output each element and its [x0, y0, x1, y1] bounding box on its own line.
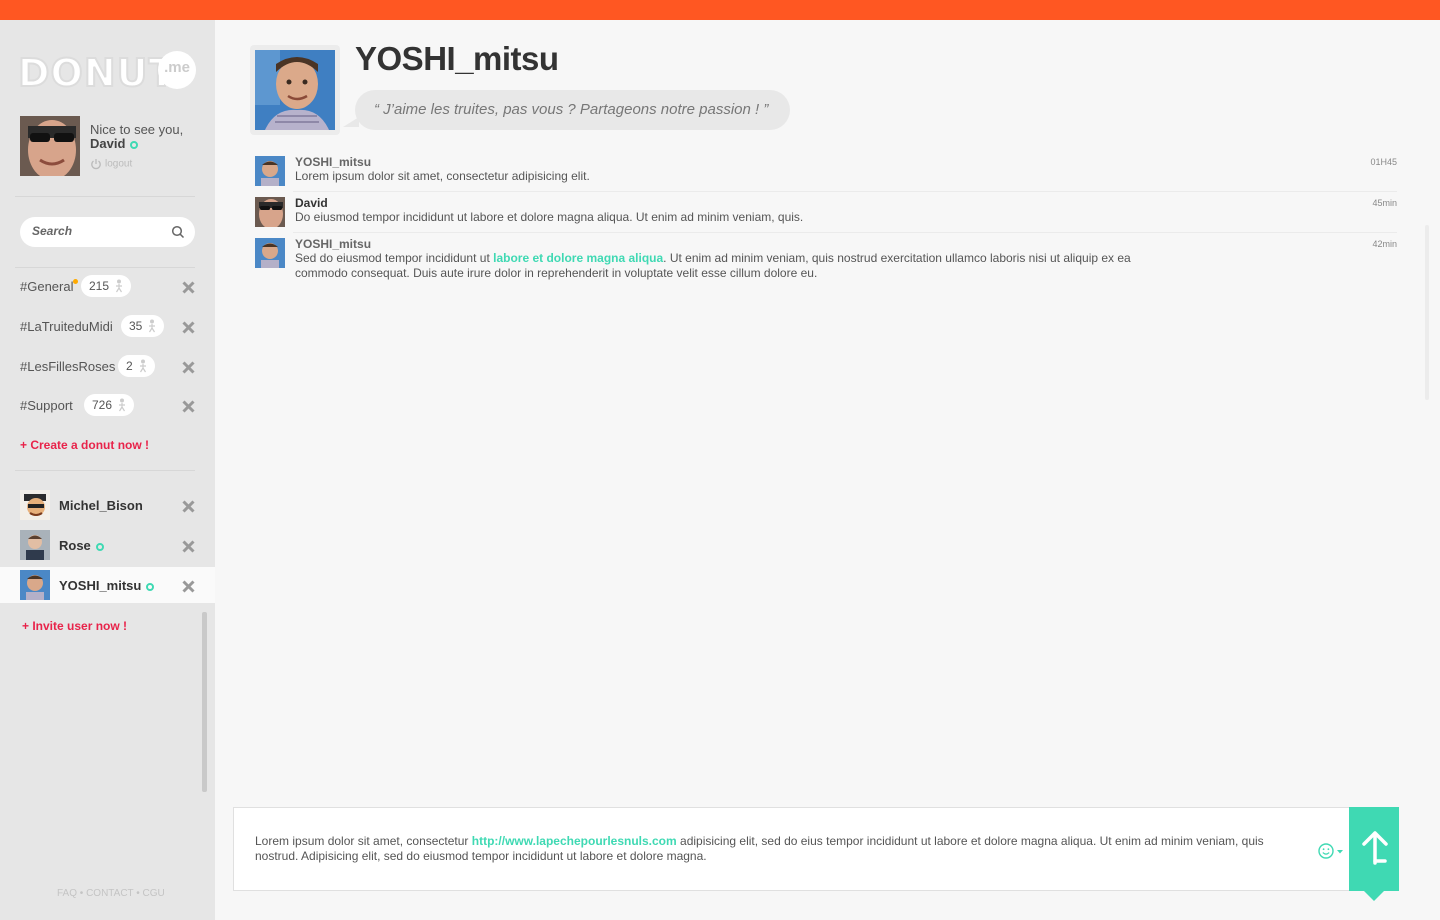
- avatar[interactable]: [255, 197, 285, 227]
- channel-name: #General: [20, 279, 74, 294]
- power-icon: [91, 159, 101, 170]
- notification-dot: [73, 279, 78, 284]
- search-icon[interactable]: [171, 225, 185, 239]
- dm-name: YOSHI_mitsu: [59, 578, 142, 593]
- message-composer[interactable]: Lorem ipsum dolor sit amet, consectetur …: [233, 807, 1350, 891]
- message-divider: [293, 191, 1397, 192]
- logo-suffix: .me: [158, 51, 196, 89]
- dm-name-row: YOSHI_mitsu: [59, 578, 155, 593]
- user-name-row: David: [90, 136, 139, 151]
- avatar[interactable]: [255, 156, 285, 186]
- composer-link[interactable]: http://www.lapechepourlesnuls.com: [472, 834, 677, 848]
- emoji-picker-icon[interactable]: [1317, 841, 1347, 861]
- online-status-icon: [130, 140, 139, 149]
- user-name: David: [90, 136, 126, 151]
- logo-text: DONUT: [17, 51, 176, 95]
- person-icon: [119, 398, 126, 412]
- main-scrollbar[interactable]: [1425, 225, 1429, 400]
- search-box[interactable]: [20, 217, 195, 247]
- message-author[interactable]: David: [295, 196, 328, 210]
- dm-item-yoshi-mitsu[interactable]: YOSHI_mitsu: [0, 567, 215, 603]
- send-button-tail: [1364, 891, 1384, 901]
- close-icon[interactable]: [182, 361, 195, 374]
- channel-name: #LesFillesRoses: [20, 359, 116, 374]
- person-icon: [139, 359, 146, 373]
- logout-label: logout: [105, 158, 133, 170]
- channel-item-lesfillesroses[interactable]: #LesFillesRoses 2: [20, 355, 200, 379]
- avatar: [20, 530, 50, 560]
- message-time: 45min: [1372, 198, 1397, 208]
- message-time: 01H45: [1370, 157, 1397, 167]
- user-avatar[interactable]: [20, 116, 80, 176]
- dm-name: Rose: [59, 538, 91, 553]
- user-card: Nice to see you, David logout: [20, 116, 200, 178]
- close-icon[interactable]: [182, 400, 195, 413]
- invite-user-link[interactable]: + Invite user now !: [22, 619, 127, 633]
- avatar: [20, 570, 50, 600]
- message-text: Lorem ipsum dolor sit amet, consectetur …: [295, 169, 590, 183]
- channel-item-latruitedumidi[interactable]: #LaTruiteduMidi 35: [20, 315, 200, 339]
- close-icon[interactable]: [182, 580, 195, 593]
- arrow-up-icon: [1362, 831, 1388, 865]
- member-count-badge: 35: [121, 315, 165, 337]
- dm-item-michel-bison[interactable]: Michel_Bison: [0, 487, 215, 523]
- create-donut-link[interactable]: + Create a donut now !: [20, 438, 149, 452]
- avatar[interactable]: [255, 238, 285, 268]
- message-text: Sed do eiusmod tempor incididunt ut labo…: [295, 251, 1175, 281]
- member-count: 2: [126, 359, 133, 373]
- message-highlight: labore et dolore magna aliqua: [493, 251, 664, 265]
- divider: [15, 196, 195, 197]
- person-icon: [149, 319, 156, 333]
- close-icon[interactable]: [182, 281, 195, 294]
- profile-avatar[interactable]: [255, 50, 335, 130]
- logout-link[interactable]: logout: [90, 158, 132, 170]
- member-count: 215: [89, 279, 110, 293]
- member-count: 726: [92, 398, 113, 412]
- message-item: YOSHI_mitsu Sed do eiusmod tempor incidi…: [255, 235, 1397, 285]
- profile-name: YOSHI_mitsu: [355, 40, 559, 77]
- search-input[interactable]: [32, 224, 162, 238]
- close-icon[interactable]: [182, 540, 195, 553]
- message-item: David Do eiusmod tempor incididunt ut la…: [255, 194, 1397, 233]
- member-count: 35: [129, 319, 143, 333]
- person-icon: [116, 279, 123, 293]
- message-author[interactable]: YOSHI_mitsu: [295, 237, 371, 251]
- divider: [15, 470, 195, 471]
- send-button[interactable]: [1349, 807, 1399, 891]
- composer-text-part: Lorem ipsum dolor sit amet, consectetur: [255, 834, 472, 848]
- greeting-text: Nice to see you,: [90, 122, 184, 137]
- message-author[interactable]: YOSHI_mitsu: [295, 155, 371, 169]
- online-status-icon: [95, 542, 104, 551]
- message-time: 42min: [1372, 239, 1397, 249]
- logo[interactable]: DONUT .me: [17, 51, 196, 95]
- dm-item-rose[interactable]: Rose: [0, 527, 215, 563]
- dm-name: Michel_Bison: [59, 498, 143, 513]
- channel-name: #LaTruiteduMidi: [20, 319, 113, 334]
- divider: [15, 267, 195, 268]
- message-text: Do eiusmod tempor incididunt ut labore e…: [295, 210, 804, 224]
- message-item: YOSHI_mitsu Lorem ipsum dolor sit amet, …: [255, 153, 1397, 192]
- sidebar: DONUT .me Nice to see you, David logout: [0, 20, 215, 920]
- channel-item-general[interactable]: #General 215: [20, 275, 200, 299]
- online-status-icon: [146, 582, 155, 591]
- close-icon[interactable]: [182, 321, 195, 334]
- close-icon[interactable]: [182, 500, 195, 513]
- footer-links[interactable]: FAQ • CONTACT • CGU: [57, 888, 165, 899]
- message-text-part: Sed do eiusmod tempor incididunt ut: [295, 251, 494, 265]
- channel-item-support[interactable]: #Support 726: [20, 394, 200, 418]
- dm-name-row: Rose: [59, 538, 104, 553]
- sidebar-scrollbar[interactable]: [202, 612, 207, 792]
- channel-name: #Support: [20, 398, 73, 413]
- message-divider: [293, 232, 1397, 233]
- member-count-badge: 726: [84, 394, 135, 416]
- top-accent-bar: [0, 0, 1440, 20]
- composer-input[interactable]: Lorem ipsum dolor sit amet, consectetur …: [255, 834, 1295, 864]
- avatar: [20, 490, 50, 520]
- member-count-badge: 2: [118, 355, 155, 377]
- member-count-badge: 215: [81, 275, 132, 297]
- status-bubble: “ J’aime les truites, pas vous ? Partage…: [355, 90, 791, 130]
